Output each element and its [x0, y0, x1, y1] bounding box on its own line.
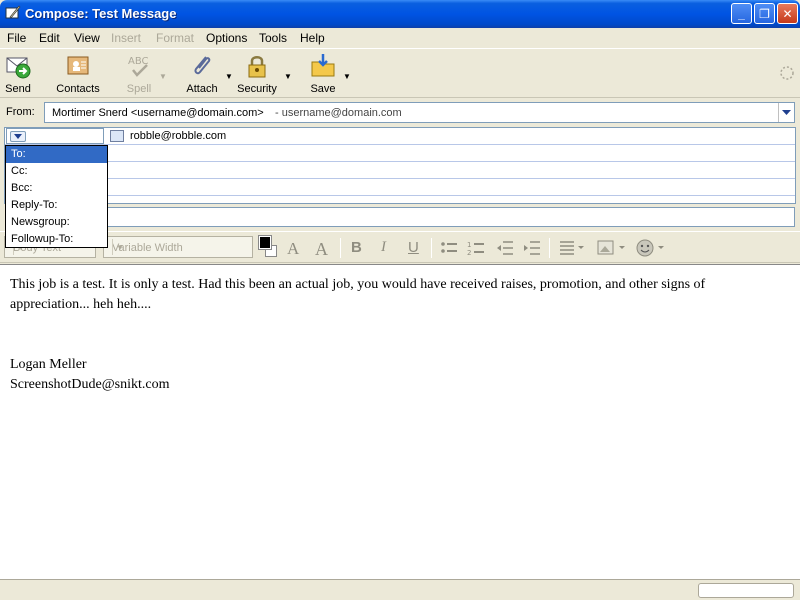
maximize-button[interactable]: ❐ — [754, 3, 775, 24]
from-account: - username@domain.com — [275, 107, 402, 119]
menu-view[interactable]: View — [74, 31, 100, 45]
font-select[interactable]: Variable Width ▼ — [103, 236, 253, 258]
from-label: From: — [6, 106, 35, 118]
format-toolbar: Body Text ▼ Variable Width ▼ A A B I U 1… — [0, 231, 800, 263]
compose-app-icon — [5, 5, 21, 19]
subject-input[interactable]: age — [66, 207, 795, 227]
address-type-menu: To: Cc: Bcc: Reply-To: Newsgroup: Follow… — [5, 145, 108, 248]
attach-button[interactable]: Attach — [183, 52, 221, 96]
menu-option-cc[interactable]: Cc: — [6, 163, 107, 180]
security-button[interactable]: Security — [236, 52, 278, 96]
contacts-button[interactable]: Contacts — [52, 52, 104, 96]
save-button[interactable]: Save — [308, 52, 338, 96]
body-line: ScreenshotDude@snikt.com — [10, 377, 170, 392]
throbber-icon — [780, 66, 794, 80]
larger-font-icon[interactable]: A — [315, 239, 328, 260]
menu-format[interactable]: Format — [156, 31, 194, 45]
window-title: Compose: Test Message — [25, 6, 177, 21]
menu-option-to[interactable]: To: — [6, 146, 107, 163]
address-area: From: Mortimer Snerd <username@domain.co… — [0, 99, 800, 230]
svg-text:2: 2 — [467, 249, 471, 256]
recipient-row: robble@robble.com — [5, 128, 795, 145]
address-book-icon — [67, 56, 89, 75]
recipient-address[interactable]: robble@robble.com — [130, 130, 226, 142]
underline-button[interactable]: U — [408, 239, 419, 256]
recipient-list: robble@robble.com — [4, 127, 796, 204]
attach-dropdown-arrow[interactable]: ▼ — [221, 52, 233, 96]
text-color-button[interactable] — [258, 235, 279, 258]
send-button[interactable]: Send — [2, 52, 34, 96]
save-dropdown-arrow[interactable]: ▼ — [339, 52, 351, 96]
body-line: This job is a test. It is only a test. H… — [10, 277, 706, 292]
smaller-font-icon[interactable]: A — [287, 239, 299, 259]
contact-card-icon — [110, 130, 124, 142]
message-body-editor[interactable]: This job is a test. It is only a test. H… — [0, 264, 800, 579]
menu-edit[interactable]: Edit — [39, 31, 60, 45]
indent-icon[interactable] — [523, 240, 541, 256]
menu-insert[interactable]: Insert — [111, 31, 141, 45]
menu-option-followup-to[interactable]: Followup-To: — [6, 231, 107, 248]
address-type-select[interactable] — [6, 128, 104, 144]
title-bar: Compose: Test Message _ ❐ ✕ — [0, 0, 800, 28]
menu-option-bcc[interactable]: Bcc: — [6, 180, 107, 197]
bulleted-list-icon[interactable] — [440, 240, 458, 256]
chevron-down-icon[interactable]: ▼ — [112, 239, 127, 255]
spell-button[interactable]: ABC Spell — [122, 52, 156, 96]
menu-bar: File Edit View Insert Format Options Too… — [0, 28, 800, 47]
svg-text:1: 1 — [467, 241, 471, 249]
paperclip-icon — [194, 56, 211, 75]
menu-tools[interactable]: Tools — [259, 31, 287, 45]
spellcheck-icon: ABC — [128, 56, 149, 77]
text-color-swatch[interactable] — [258, 235, 272, 250]
separator — [340, 238, 341, 258]
minimize-button[interactable]: _ — [731, 3, 752, 24]
status-bar — [0, 579, 800, 600]
italic-button[interactable]: I — [381, 239, 386, 256]
send-icon — [6, 57, 31, 79]
smiley-icon[interactable] — [636, 238, 666, 258]
menu-file[interactable]: File — [7, 31, 26, 45]
body-line: Logan Meller — [10, 357, 87, 372]
spell-dropdown-arrow[interactable]: ▼ — [155, 52, 167, 96]
chevron-down-icon[interactable] — [778, 103, 794, 122]
recipient-row-empty[interactable] — [5, 145, 795, 162]
lock-icon — [248, 56, 266, 78]
main-toolbar: Send Contacts ABC Spell ▼ Attach ▼ Secur… — [0, 48, 800, 98]
chevron-down-icon[interactable] — [10, 131, 26, 142]
menu-options[interactable]: Options — [206, 31, 247, 45]
from-select[interactable]: Mortimer Snerd <username@domain.com> - u… — [44, 102, 795, 123]
bold-button[interactable]: B — [351, 239, 362, 256]
separator — [431, 238, 432, 258]
menu-help[interactable]: Help — [300, 31, 325, 45]
security-dropdown-arrow[interactable]: ▼ — [280, 52, 292, 96]
menu-option-reply-to[interactable]: Reply-To: — [6, 197, 107, 214]
close-button[interactable]: ✕ — [777, 3, 798, 24]
insert-image-icon[interactable] — [597, 240, 627, 256]
recipient-row-empty[interactable] — [5, 179, 795, 196]
recipient-row-empty[interactable] — [5, 162, 795, 179]
numbered-list-icon[interactable]: 1 2 — [467, 240, 485, 256]
body-line: appreciation... heh heh.... — [10, 297, 152, 312]
outdent-icon[interactable] — [496, 240, 514, 256]
separator — [549, 238, 550, 258]
save-icon — [311, 54, 335, 77]
status-progress-panel — [698, 583, 794, 598]
from-identity: Mortimer Snerd <username@domain.com> — [52, 107, 264, 119]
align-icon[interactable] — [559, 240, 585, 256]
menu-option-newsgroup[interactable]: Newsgroup: — [6, 214, 107, 231]
